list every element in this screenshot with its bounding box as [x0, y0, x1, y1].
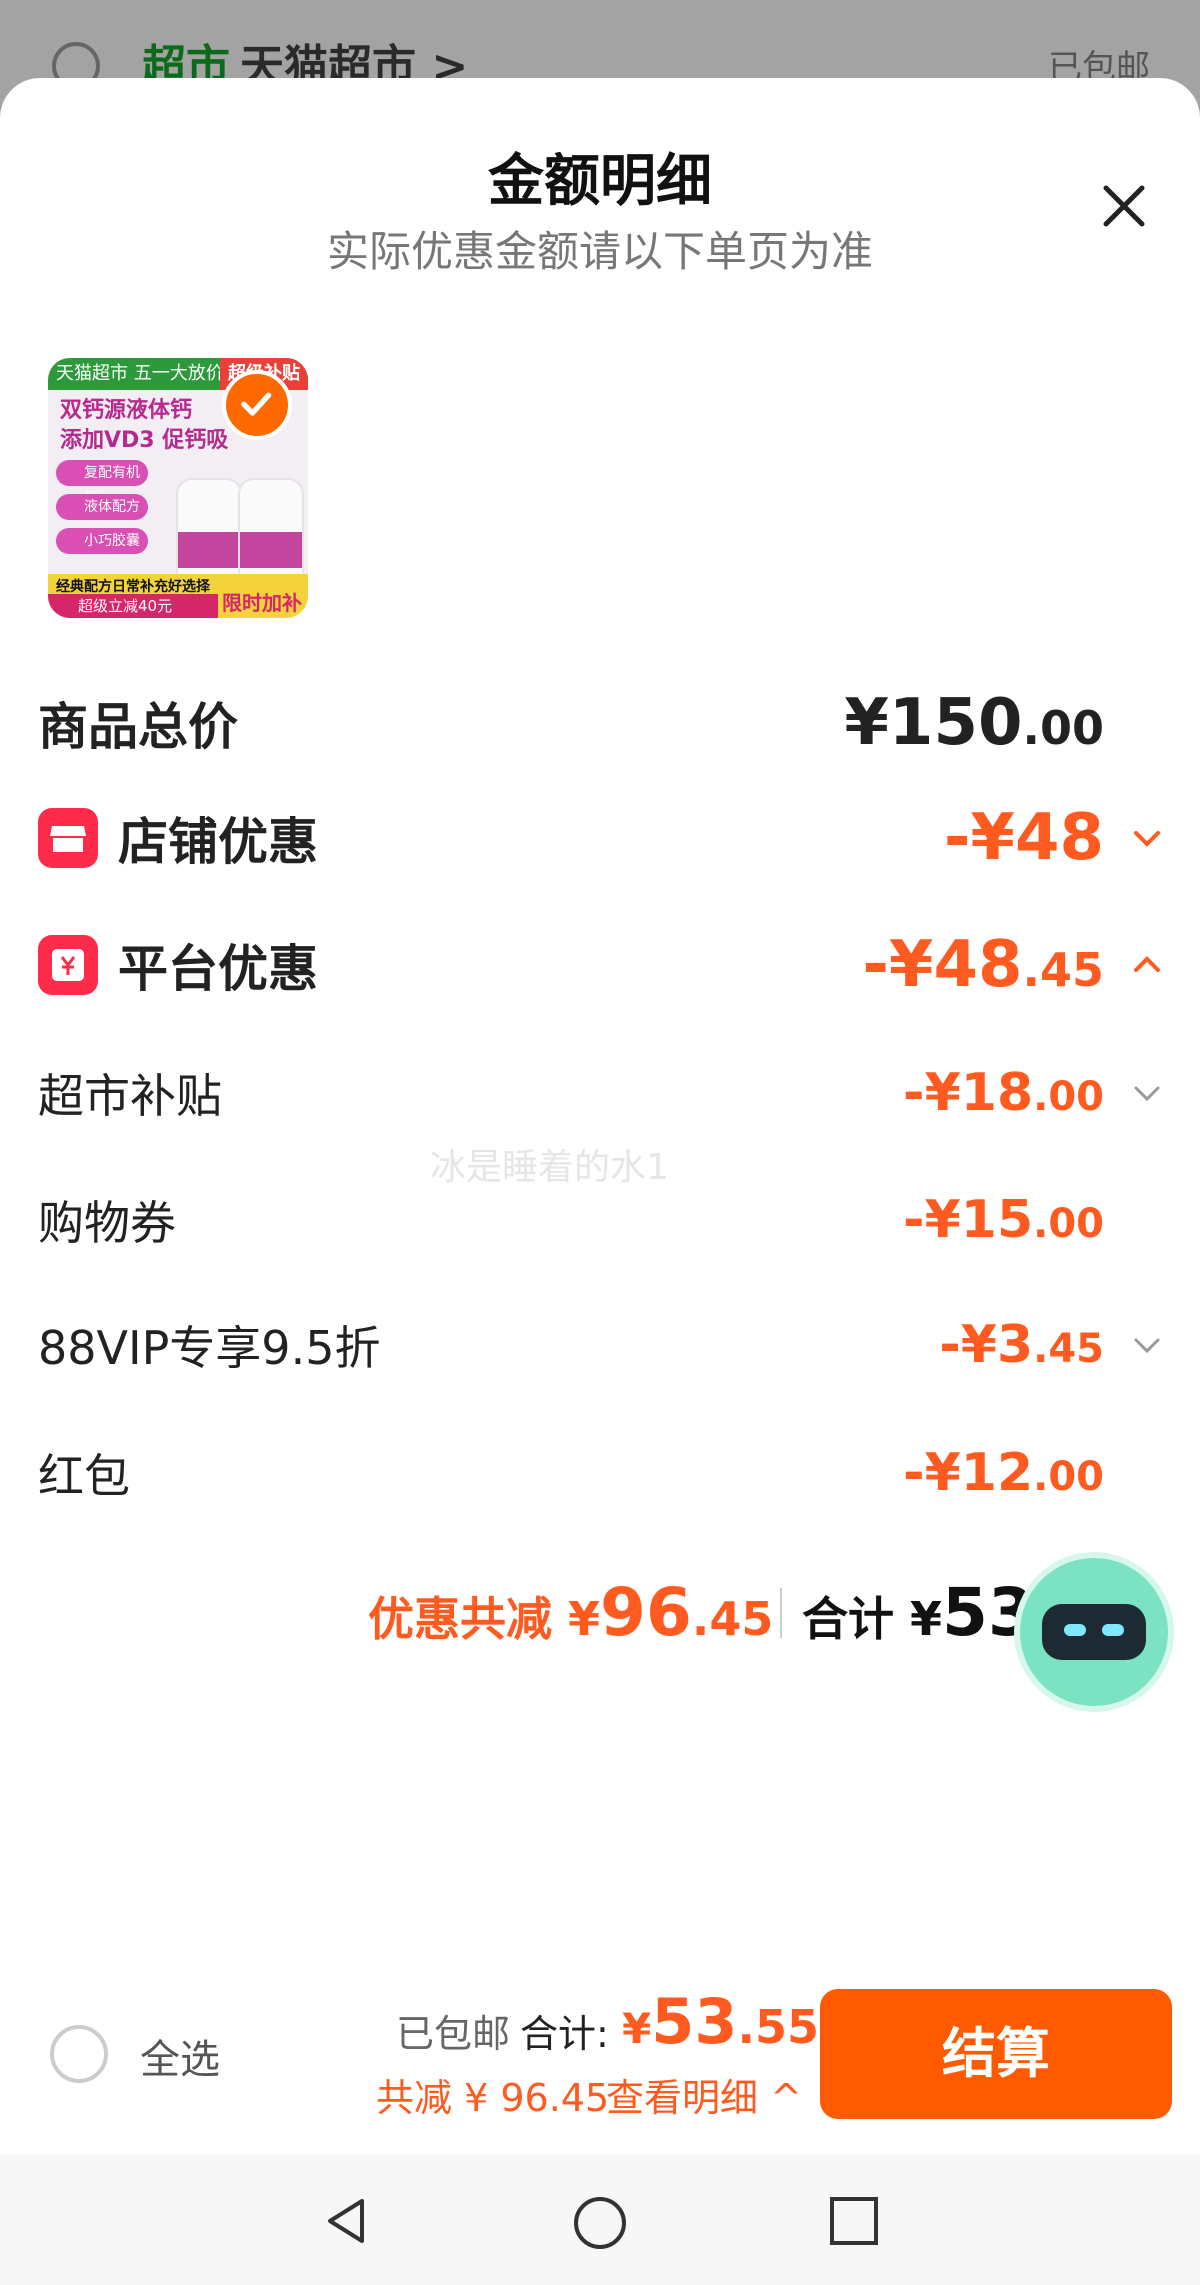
thumb-headline-1: 双钙源液体钙 [60, 398, 193, 423]
row-label: 购物券 [38, 1196, 176, 1250]
shop-icon [38, 808, 98, 868]
amount-dec: .45 [1022, 943, 1105, 997]
amount-dec: .00 [1022, 701, 1105, 755]
row-shop-discount[interactable]: 店铺优惠 -¥48 [38, 793, 1164, 883]
summary-total: 合计 ¥53 [802, 1574, 1034, 1651]
row-amount: -¥12.00 [903, 1443, 1104, 1503]
thumb-chip: 小巧胶囊 [56, 528, 148, 554]
robot-face [1042, 1604, 1146, 1660]
discount-dec: .45 [691, 1592, 774, 1646]
discount-total: 优惠共减 ¥96.45 [368, 1574, 773, 1651]
selected-check-icon[interactable] [222, 370, 292, 440]
row-supermarket-subsidy[interactable]: 超市补贴 -¥18.00 [38, 1048, 1164, 1138]
row-label: 平台优惠 [118, 940, 318, 998]
sum-int: 53 [651, 1985, 738, 2058]
close-icon[interactable] [1092, 174, 1156, 238]
sum-dec: .55 [737, 2000, 820, 2054]
row-amount: -¥18.00 [903, 1063, 1104, 1123]
sheet-title: 金额明细 [488, 149, 712, 214]
recents-icon[interactable] [828, 2195, 880, 2247]
discount-label: 优惠共减 ¥ [368, 1592, 601, 1646]
sum-currency: ¥ [622, 2004, 652, 2053]
shipping-label: 已包邮 [396, 2012, 511, 2056]
row-label: 商品总价 [38, 698, 238, 756]
thumb-promo-bottom: 超级立减40元 [48, 594, 218, 618]
sum-amount: ¥53.55 [622, 1985, 819, 2058]
thumb-chip: 复配有机钙 [56, 460, 148, 507]
amount-int: -¥48 [862, 928, 1023, 1002]
row-88vip-discount[interactable]: 88VIP专享9.5折 -¥3.45 [38, 1300, 1164, 1390]
assistant-robot-icon[interactable] [1020, 1558, 1168, 1706]
thumb-promo-banner: 经典配方日常补充好选择 超级立减40元 限时加补 [48, 574, 308, 618]
row-amount: ¥150.00 [844, 686, 1104, 760]
select-all-label[interactable]: 全选 [140, 2027, 220, 2085]
amount-int: -¥12 [903, 1443, 1034, 1503]
divider [780, 1588, 782, 1638]
yuan-coupon-icon [38, 935, 98, 995]
total-label: 合计 ¥ [802, 1592, 943, 1646]
amount-dec: .00 [1033, 1201, 1104, 1247]
row-label: 店铺优惠 [118, 813, 318, 871]
select-all-radio[interactable] [50, 2025, 108, 2083]
row-goods-total: 商品总价 ¥150.00 [38, 678, 1164, 768]
robot-eye [1064, 1624, 1086, 1636]
amount-dec: .00 [1033, 1074, 1104, 1120]
thumb-promo-top: 经典配方日常补充好选择 [56, 579, 210, 595]
thumb-chip: 液体配方 [56, 494, 148, 520]
thumb-banner-left: 天猫超市 五一大放价 [56, 363, 224, 384]
row-amount: -¥3.45 [939, 1315, 1104, 1375]
thumb-promo-right: 限时加补 [222, 591, 302, 615]
chevron-up-icon[interactable] [1130, 948, 1164, 982]
robot-eye [1102, 1624, 1124, 1636]
chevron-down-icon[interactable] [1130, 821, 1164, 855]
chevron-down-icon[interactable] [1130, 1328, 1164, 1362]
amount-int: -¥48 [943, 801, 1104, 875]
row-amount: -¥48 [944, 801, 1104, 875]
amount-dec: .45 [1033, 1326, 1104, 1372]
row-amount: -¥48.45 [862, 928, 1104, 1002]
thumb-headline-2: 添加VD3 促钙吸 [60, 428, 229, 453]
saved-amount: 共减 ¥ 96.45 [376, 2076, 610, 2120]
thumb-headline: 双钙源液体钙添加VD3 促钙吸 [60, 396, 228, 456]
amount-dec: .00 [1033, 1454, 1104, 1500]
row-label: 超市补贴 [38, 1069, 222, 1123]
checkout-bar: 全选 已包邮 合计: ¥53.55 共减 ¥ 96.45 查看明细 ^ 结算 [0, 1985, 1200, 2135]
checkout-button[interactable]: 结算 [820, 1989, 1172, 2119]
sum-label: 合计: [520, 2012, 609, 2056]
view-detail-link[interactable]: 查看明细 ^ [606, 2067, 802, 2122]
discount-int: 96 [600, 1574, 692, 1651]
amount-int: -¥18 [903, 1063, 1034, 1123]
sheet-subtitle: 实际优惠金额请以下单页为准 [326, 227, 873, 276]
system-nav-bar [0, 2155, 1200, 2285]
row-platform-discount[interactable]: 平台优惠 -¥48.45 [38, 920, 1164, 1010]
home-icon[interactable] [572, 2195, 628, 2251]
chevron-down-icon[interactable] [1130, 1076, 1164, 1110]
row-red-packet: 红包 -¥12.00 [38, 1428, 1164, 1518]
watermark: 冰是睡着的水1 [430, 1147, 669, 1188]
row-label: 红包 [38, 1449, 130, 1503]
row-label: 88VIP专享9.5折 [38, 1321, 381, 1375]
amount-int: -¥15 [903, 1190, 1034, 1250]
amount-int: ¥150 [844, 686, 1023, 760]
amount-detail-sheet: 金额明细 实际优惠金额请以下单页为准 超级补贴 天猫超市 五一大放价 双钙源液体钙… [0, 78, 1200, 2285]
back-icon[interactable] [320, 2195, 372, 2247]
row-amount: -¥15.00 [903, 1190, 1104, 1250]
amount-int: -¥3 [939, 1315, 1034, 1375]
